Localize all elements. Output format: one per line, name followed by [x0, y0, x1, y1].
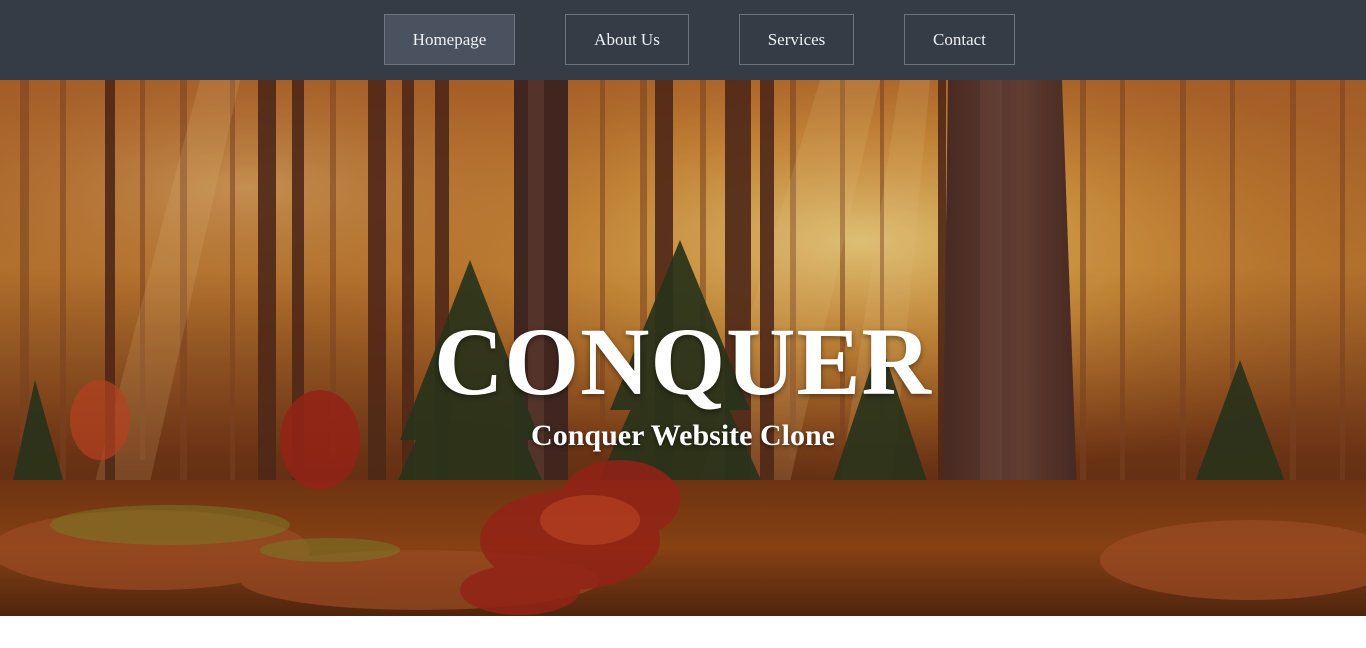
hero-subtitle: Conquer Website Clone	[531, 419, 835, 452]
hero-section: CONQUER Conquer Website Clone	[0, 80, 1366, 616]
hero-title: CONQUER	[434, 308, 932, 415]
nav-services-button[interactable]: Services	[739, 14, 854, 65]
page-content-area	[0, 616, 1366, 648]
nav-homepage-button[interactable]: Homepage	[384, 14, 515, 65]
nav-about-us-button[interactable]: About Us	[565, 14, 689, 65]
top-navbar: Homepage About Us Services Contact	[0, 0, 1366, 80]
nav-contact-button[interactable]: Contact	[904, 14, 1015, 65]
